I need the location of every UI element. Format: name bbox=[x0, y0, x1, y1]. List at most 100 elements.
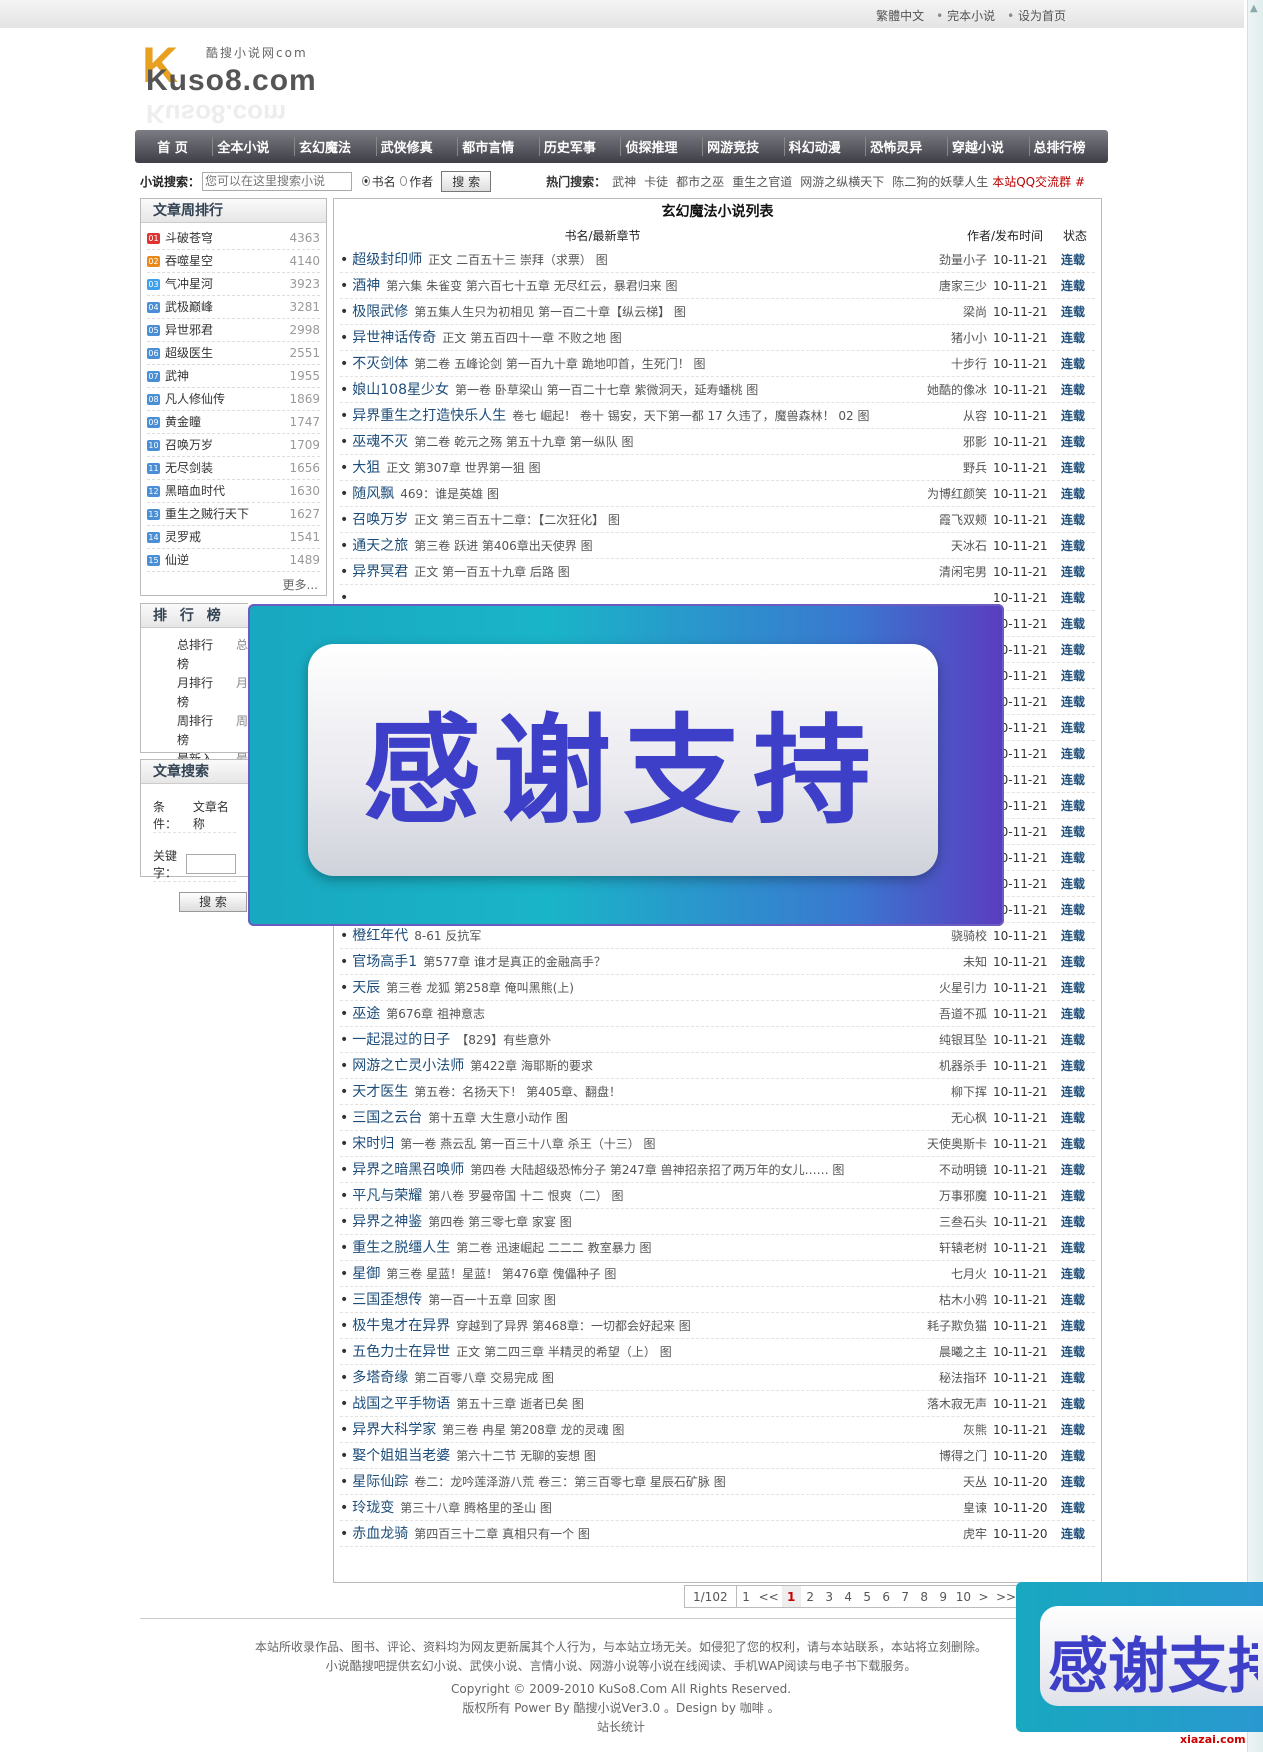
novel-title-link[interactable]: 赤血龙骑 bbox=[340, 1526, 408, 1542]
author-link[interactable]: 骁骑校 bbox=[883, 927, 993, 945]
keyword-input[interactable] bbox=[186, 854, 236, 874]
article-search-button[interactable]: 搜 索 bbox=[179, 892, 247, 912]
author-link[interactable]: 天丛 bbox=[883, 1473, 993, 1491]
novel-title-link[interactable]: 一起混过的日子 bbox=[340, 1032, 450, 1048]
ranking-item[interactable]: 09 黄金瞳 1747 bbox=[147, 411, 320, 434]
novel-title-link[interactable]: 极牛鬼才在异界 bbox=[340, 1318, 450, 1334]
latest-chapter-link[interactable]: 第六集 朱雀变 第六百七十五章 无尽红云，暴君归来 图 bbox=[386, 279, 677, 293]
ranking-item-title[interactable]: 黄金瞳 bbox=[165, 411, 289, 434]
page-link[interactable]: 8 bbox=[915, 1586, 934, 1607]
nav-timetravel[interactable]: 穿越小说 bbox=[946, 137, 1008, 156]
novel-title-link[interactable]: 橙红年代 bbox=[340, 928, 408, 944]
ranking-item-title[interactable]: 超级医生 bbox=[165, 342, 289, 365]
ranking-item[interactable]: 07 武神 1955 bbox=[147, 365, 320, 388]
more-link[interactable]: 更多... bbox=[141, 572, 326, 597]
novel-title-link[interactable]: 大狙 bbox=[340, 460, 380, 476]
link-traditional-chinese[interactable]: 繁體中文 bbox=[876, 7, 924, 24]
page-link[interactable]: 5 bbox=[858, 1586, 877, 1607]
right-scroll-strip[interactable]: ▲ bbox=[1247, 0, 1263, 1752]
nav-home[interactable]: 首 页 bbox=[153, 137, 192, 156]
latest-chapter-link[interactable]: 正文 第二四三章 半精灵的希望（上） 图 bbox=[456, 1345, 671, 1359]
novel-title-link[interactable]: 巫魂不灭 bbox=[340, 434, 408, 450]
novel-title-link[interactable]: 酒神 bbox=[340, 278, 380, 294]
latest-chapter-link[interactable]: 第二卷 迅速崛起 二二二 教室暴力 图 bbox=[456, 1241, 651, 1255]
author-link[interactable]: 梁尚 bbox=[883, 303, 993, 321]
ranking-item-title[interactable]: 黑暗血时代 bbox=[165, 480, 289, 503]
page-link[interactable]: << bbox=[756, 1586, 782, 1607]
ranking-item[interactable]: 05 异世邪君 2998 bbox=[147, 319, 320, 342]
novel-title-link[interactable]: 异界之暗黑召唤师 bbox=[340, 1162, 464, 1178]
novel-title-link[interactable]: 巫途 bbox=[340, 1006, 380, 1022]
novel-title-link[interactable]: 星际仙踪 bbox=[340, 1474, 408, 1490]
latest-chapter-link[interactable]: 第三卷 星蓝！星蓝！ 第476章 傀儡种子 图 bbox=[386, 1267, 616, 1281]
ranking-item-title[interactable]: 召唤万岁 bbox=[165, 434, 289, 457]
novel-title-link[interactable]: 异界冥君 bbox=[340, 564, 408, 580]
ranking-item-title[interactable]: 无尽剑装 bbox=[165, 457, 289, 480]
nav-history[interactable]: 历史军事 bbox=[538, 137, 600, 156]
novel-title-link[interactable]: 不灭剑体 bbox=[340, 356, 408, 372]
nav-rankings[interactable]: 总排行榜 bbox=[1028, 137, 1090, 156]
latest-chapter-link[interactable]: 正文 第三百五十二章：【二次狂化】 图 bbox=[414, 513, 620, 527]
novel-title-link[interactable]: 随风飘 bbox=[340, 486, 394, 502]
author-link[interactable]: 从容 bbox=[883, 407, 993, 425]
link-completed-novels[interactable]: 完本小说 bbox=[936, 7, 995, 24]
nav-scifi[interactable]: 科幻动漫 bbox=[783, 137, 845, 156]
page-link[interactable]: 2 bbox=[801, 1586, 820, 1607]
latest-chapter-link[interactable]: 卷二：龙吟莲泽游八荒 卷三：第三百零七章 星辰石矿脉 图 bbox=[414, 1475, 725, 1489]
author-link[interactable]: 纯银耳坠 bbox=[883, 1031, 993, 1049]
nav-fantasy[interactable]: 玄幻魔法 bbox=[294, 137, 355, 156]
ranking-menu-label[interactable]: 总排行榜 bbox=[177, 636, 224, 674]
latest-chapter-link[interactable]: 【829】有些意外 bbox=[456, 1033, 551, 1047]
ranking-item[interactable]: 12 黑暗血时代 1630 bbox=[147, 480, 320, 503]
hot-link[interactable]: 重生之官道 bbox=[732, 173, 792, 190]
author-link[interactable]: 火星引力 bbox=[883, 979, 993, 997]
novel-title-link[interactable]: 超级封印师 bbox=[340, 252, 422, 268]
author-link[interactable]: 十步行 bbox=[883, 355, 993, 373]
ranking-menu-item[interactable]: 月排行榜月 bbox=[177, 674, 248, 712]
page-link[interactable]: 9 bbox=[934, 1586, 953, 1607]
author-link[interactable]: 机器杀手 bbox=[883, 1057, 993, 1075]
author-link[interactable]: 晨曦之主 bbox=[883, 1343, 993, 1361]
novel-title-link[interactable]: 娶个姐姐当老婆 bbox=[340, 1448, 450, 1464]
author-link[interactable]: 未知 bbox=[883, 953, 993, 971]
novel-title-link[interactable]: 天才医生 bbox=[340, 1084, 408, 1100]
author-link[interactable]: 邪影 bbox=[883, 433, 993, 451]
search-input[interactable] bbox=[202, 171, 353, 191]
hot-link[interactable]: 网游之纵横天下 bbox=[800, 173, 884, 190]
author-link[interactable]: 枯木小鸦 bbox=[883, 1291, 993, 1309]
author-link[interactable]: 万事邪魔 bbox=[883, 1187, 993, 1205]
hot-link[interactable]: 卡徒 bbox=[644, 173, 668, 190]
ranking-item[interactable]: 06 超级医生 2551 bbox=[147, 342, 320, 365]
latest-chapter-link[interactable]: 正文 第五百四十一章 不败之地 图 bbox=[442, 331, 621, 345]
author-link[interactable]: 她酷的像冰 bbox=[883, 381, 993, 399]
author-link[interactable]: 皇谏 bbox=[883, 1499, 993, 1517]
ranking-item-title[interactable]: 武极巅峰 bbox=[165, 296, 289, 319]
latest-chapter-link[interactable]: 第四卷 第三零七章 家宴 图 bbox=[428, 1215, 571, 1229]
novel-title-link[interactable]: 五色力士在异世 bbox=[340, 1344, 450, 1360]
page-link[interactable]: 1 bbox=[737, 1586, 756, 1607]
page-link[interactable]: 6 bbox=[877, 1586, 896, 1607]
latest-chapter-link[interactable]: 8-61 反抗军 bbox=[414, 929, 481, 943]
novel-title-link[interactable]: 天辰 bbox=[340, 980, 380, 996]
latest-chapter-link[interactable]: 第六十二节 无聊的妄想 图 bbox=[456, 1449, 596, 1463]
page-link[interactable]: 7 bbox=[896, 1586, 915, 1607]
author-link[interactable]: 耗子欺负猫 bbox=[883, 1317, 993, 1335]
page-link[interactable]: 10 bbox=[953, 1586, 974, 1607]
latest-chapter-link[interactable]: 正文 二百五十三 崇拜（求票） 图 bbox=[428, 253, 607, 267]
latest-chapter-link[interactable]: 第一百一十五章 回家 图 bbox=[428, 1293, 556, 1307]
ranking-item[interactable]: 13 重生之贼行天下 1627 bbox=[147, 503, 320, 526]
author-link[interactable]: 秘法指环 bbox=[883, 1369, 993, 1387]
latest-chapter-link[interactable]: 第二百零八章 交易完成 图 bbox=[414, 1371, 554, 1385]
nav-gaming[interactable]: 网游竞技 bbox=[702, 137, 763, 156]
ranking-item[interactable]: 14 灵罗戒 1541 bbox=[147, 526, 320, 549]
ranking-menu-label[interactable]: 月排行榜 bbox=[177, 674, 224, 712]
novel-title-link[interactable]: 战国之平手物语 bbox=[340, 1396, 450, 1412]
novel-title-link[interactable]: 多塔奇缘 bbox=[340, 1370, 408, 1386]
support-overlay-banner[interactable]: 感谢支持 bbox=[248, 604, 1004, 926]
novel-title-link[interactable]: 玲珑变 bbox=[340, 1500, 394, 1516]
author-link[interactable]: 三叁石头 bbox=[883, 1213, 993, 1231]
condition-select[interactable]: 文章名称 bbox=[193, 798, 236, 832]
ranking-item-title[interactable]: 异世邪君 bbox=[165, 319, 289, 342]
ranking-item-title[interactable]: 凡人修仙传 bbox=[165, 388, 289, 411]
ranking-item[interactable]: 01 斗破苍穹 4363 bbox=[147, 227, 320, 250]
